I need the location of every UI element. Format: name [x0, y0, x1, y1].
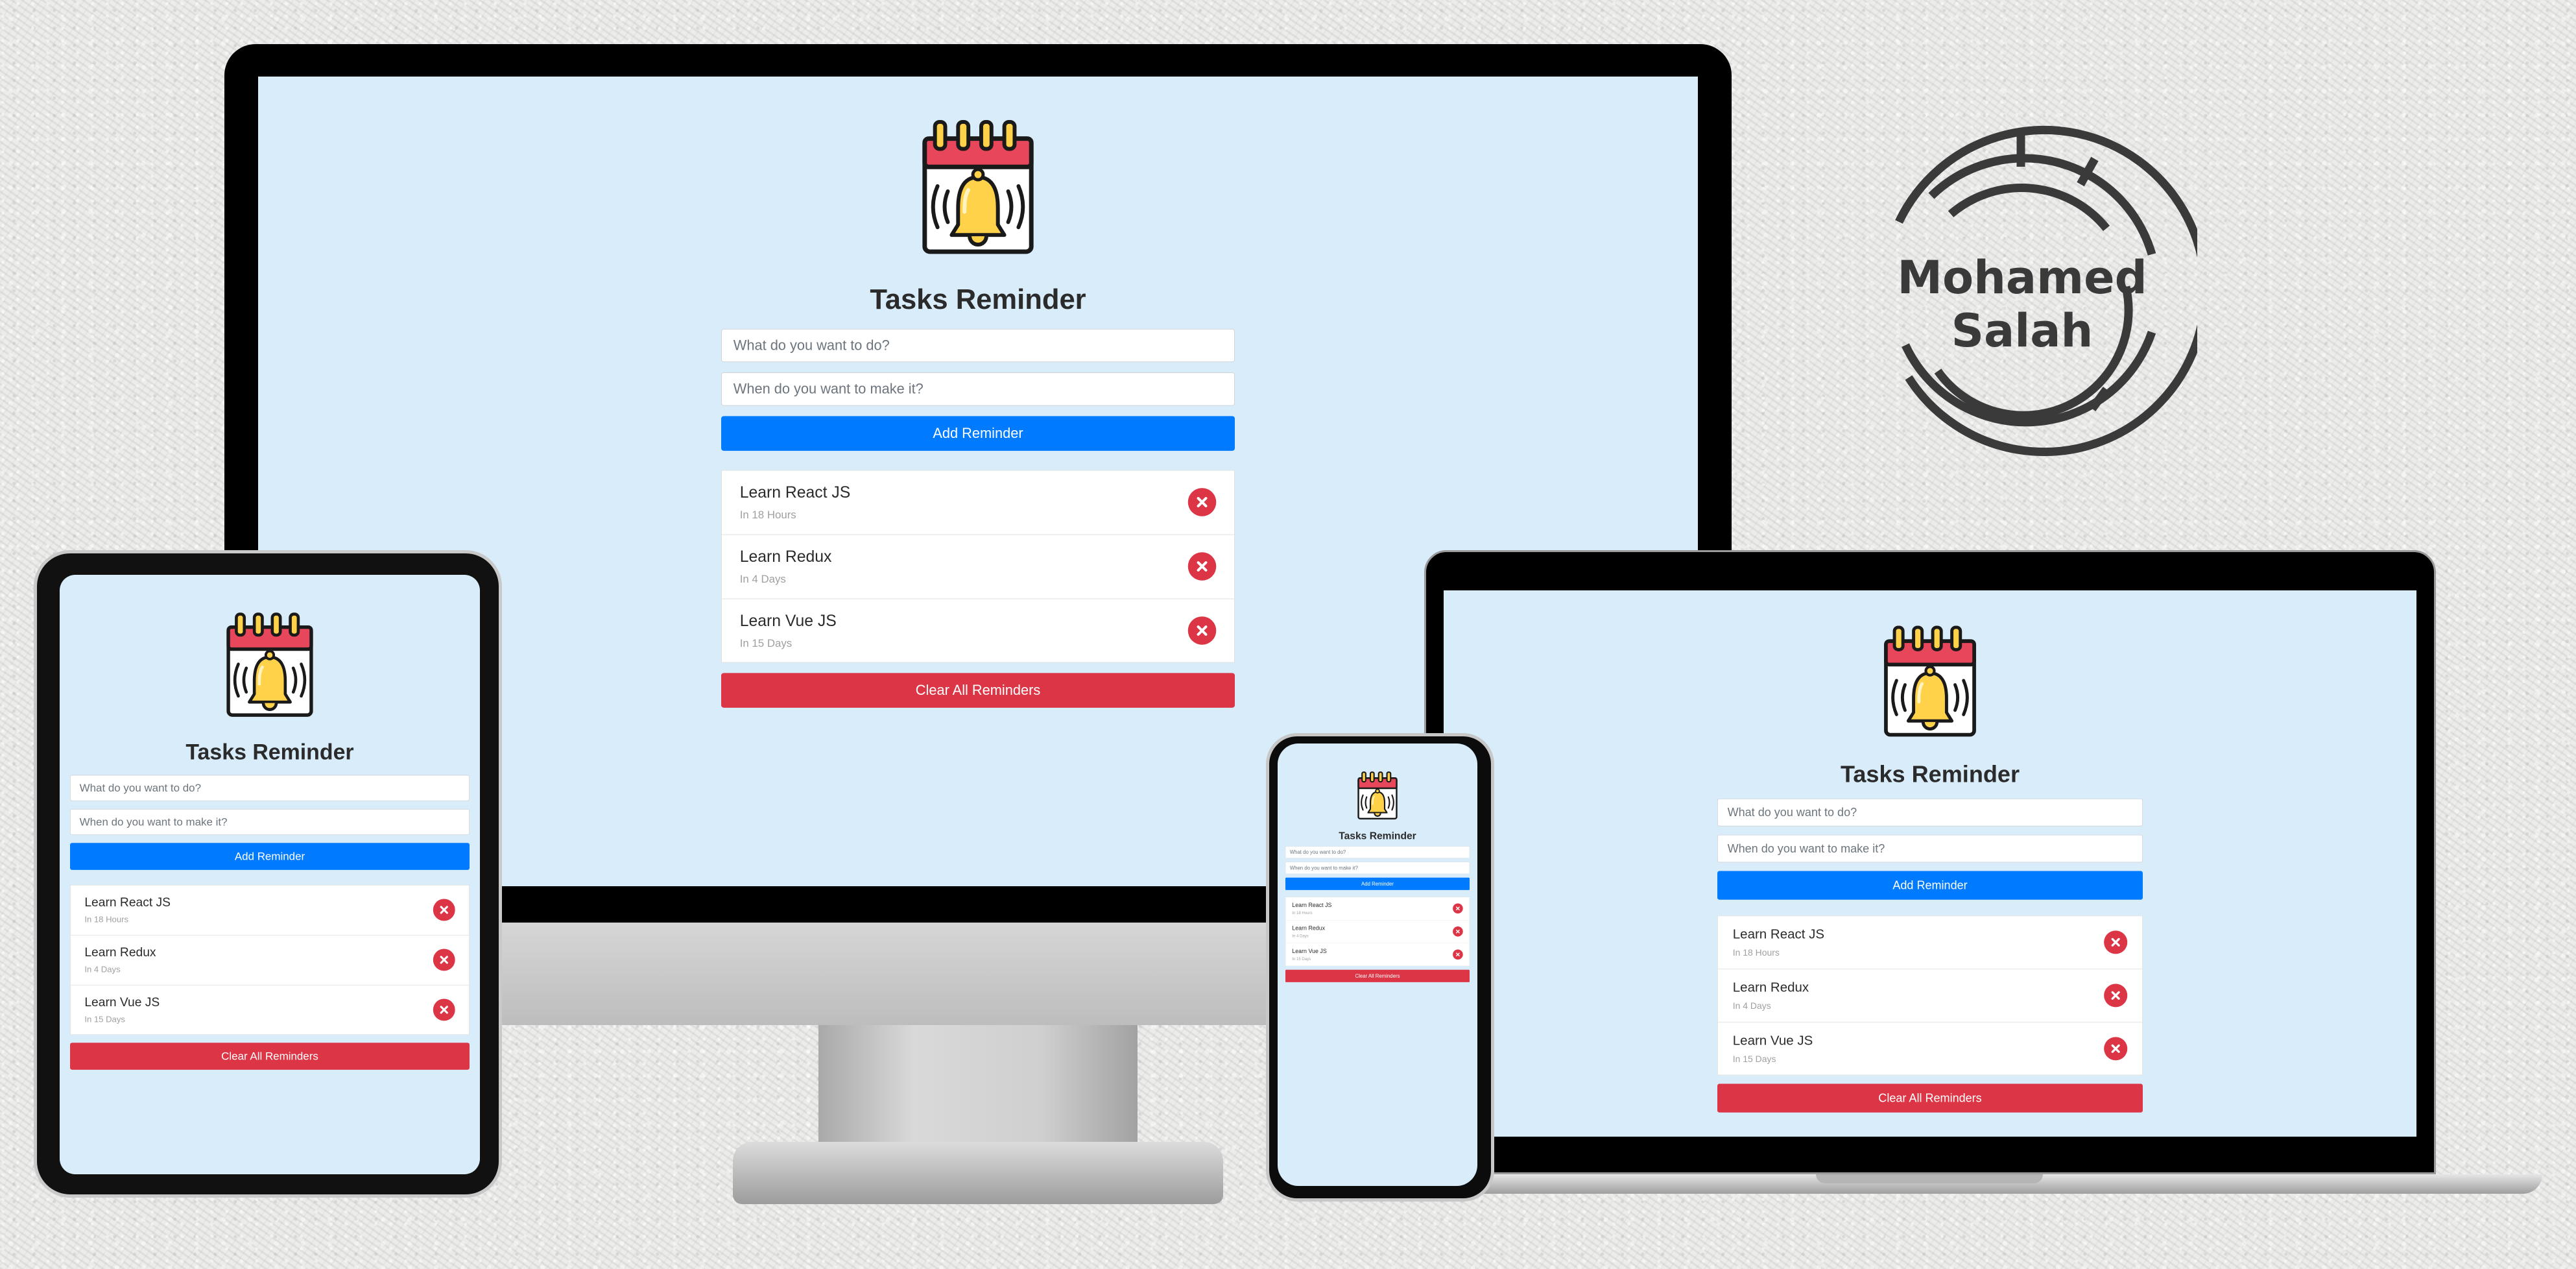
task-input[interactable]: [1717, 798, 2143, 827]
delete-icon[interactable]: [2104, 1037, 2128, 1061]
list-item: Learn Vue JS In 15 Days: [1285, 943, 1470, 967]
list-item: Learn Redux In 4 Days: [1285, 920, 1470, 943]
reminder-time: In 4 Days: [84, 965, 121, 974]
reminder-list: Learn React JS In 18 Hours Learn Redux I…: [721, 470, 1235, 663]
list-item: Learn Vue JS In 15 Days: [1717, 1022, 2143, 1076]
add-reminder-button[interactable]: Add Reminder: [721, 416, 1235, 451]
reminder-time: In 15 Days: [1732, 1054, 1776, 1065]
reminder-title: Learn Redux: [1292, 925, 1326, 932]
reminder-title: Learn React JS: [84, 895, 171, 910]
seal-line-1: Mohamed: [1897, 251, 2147, 304]
calendar-bell-icon: [1357, 771, 1398, 820]
author-seal-logo: Mohamed Salah: [1847, 118, 2210, 468]
desktop-monitor-base: [733, 1142, 1223, 1204]
delete-icon[interactable]: [2104, 930, 2128, 954]
reminder-time: In 18 Hours: [84, 915, 129, 925]
date-input[interactable]: [721, 372, 1235, 406]
delete-icon[interactable]: [433, 899, 455, 921]
date-input[interactable]: [1717, 834, 2143, 863]
date-input[interactable]: [70, 808, 470, 835]
task-input[interactable]: [721, 328, 1235, 363]
app-title: Tasks Reminder: [1840, 761, 2020, 788]
add-reminder-button[interactable]: Add Reminder: [1717, 871, 2143, 900]
phone-screen: Tasks Reminder Add Reminder Learn React …: [1278, 743, 1477, 1186]
list-item: Learn Redux In 4 Days: [721, 534, 1235, 599]
reminder-title: Learn Vue JS: [84, 995, 160, 1009]
reminder-title: Learn Vue JS: [1732, 1033, 1813, 1048]
clear-all-button[interactable]: Clear All Reminders: [1285, 969, 1470, 982]
desktop-monitor-stand: [818, 1025, 1138, 1148]
delete-icon[interactable]: [433, 949, 455, 971]
reminder-list: Learn React JS In 18 Hours Learn Redux I…: [1285, 897, 1470, 967]
calendar-bell-icon: [922, 119, 1034, 254]
reminder-title: Learn React JS: [1732, 926, 1825, 942]
list-item: Learn Redux In 4 Days: [1717, 969, 2143, 1022]
reminder-time: In 18 Hours: [1732, 947, 1780, 958]
reminder-list: Learn React JS In 18 Hours Learn Redux I…: [1717, 915, 2143, 1076]
delete-icon[interactable]: [1453, 949, 1463, 960]
delete-icon[interactable]: [2104, 984, 2128, 1008]
reminder-title: Learn Redux: [1732, 980, 1809, 995]
task-input[interactable]: [70, 775, 470, 801]
reminder-title: Learn Redux: [84, 945, 156, 960]
add-reminder-button[interactable]: Add Reminder: [1285, 877, 1470, 890]
reminder-time: In 4 Days: [1732, 1000, 1771, 1011]
list-item: Learn React JS In 18 Hours: [1717, 915, 2143, 969]
app-title: Tasks Reminder: [870, 284, 1086, 315]
list-item: Learn Vue JS In 15 Days: [721, 598, 1235, 663]
reminder-time: In 15 Days: [1292, 956, 1311, 961]
reminder-app: Tasks Reminder Add Reminder Learn React …: [70, 611, 470, 1070]
clear-all-button[interactable]: Clear All Reminders: [1717, 1083, 2143, 1113]
delete-icon[interactable]: [1187, 488, 1217, 516]
delete-icon[interactable]: [1453, 903, 1463, 914]
reminder-title: Learn React JS: [739, 483, 851, 502]
delete-icon[interactable]: [1187, 552, 1217, 581]
reminder-time: In 15 Days: [84, 1015, 125, 1024]
reminder-time: In 4 Days: [1292, 934, 1309, 939]
delete-icon[interactable]: [1187, 616, 1217, 645]
clear-all-button[interactable]: Clear All Reminders: [70, 1043, 470, 1070]
seal-line-2: Salah: [1951, 304, 2093, 357]
list-item: Learn React JS In 18 Hours: [70, 884, 470, 935]
task-input[interactable]: [1285, 846, 1470, 858]
list-item: Learn React JS In 18 Hours: [721, 470, 1235, 535]
laptop-hinge-notch: [1816, 1174, 2043, 1183]
reminder-app: Tasks Reminder Add Reminder Learn React …: [1717, 624, 2143, 1113]
reminder-time: In 4 Days: [739, 572, 786, 585]
add-reminder-button[interactable]: Add Reminder: [70, 843, 470, 870]
reminder-app: Tasks Reminder Add Reminder Learn React …: [721, 118, 1235, 708]
reminder-app: Tasks Reminder Add Reminder Learn React …: [1285, 771, 1470, 982]
list-item: Learn Vue JS In 15 Days: [70, 984, 470, 1035]
list-item: Learn Redux In 4 Days: [70, 934, 470, 985]
delete-icon[interactable]: [433, 998, 455, 1021]
reminder-list: Learn React JS In 18 Hours Learn Redux I…: [70, 884, 470, 1035]
app-title: Tasks Reminder: [1339, 830, 1416, 841]
delete-icon[interactable]: [1453, 926, 1463, 937]
list-item: Learn React JS In 18 Hours: [1285, 897, 1470, 921]
app-title: Tasks Reminder: [185, 740, 354, 765]
calendar-bell-icon: [1884, 625, 1976, 737]
date-input[interactable]: [1285, 862, 1470, 875]
tablet-screen: Tasks Reminder Add Reminder Learn React …: [60, 575, 480, 1174]
reminder-time: In 15 Days: [739, 636, 793, 649]
reminder-title: Learn Vue JS: [739, 612, 837, 631]
calendar-bell-icon: [226, 612, 313, 717]
reminder-time: In 18 Hours: [739, 508, 796, 521]
clear-all-button[interactable]: Clear All Reminders: [721, 673, 1235, 708]
laptop-screen: Tasks Reminder Add Reminder Learn React …: [1444, 590, 2416, 1137]
reminder-title: Learn React JS: [1292, 901, 1332, 908]
reminder-title: Learn Redux: [739, 548, 832, 566]
reminder-time: In 18 Hours: [1292, 910, 1313, 915]
reminder-title: Learn Vue JS: [1292, 947, 1327, 954]
